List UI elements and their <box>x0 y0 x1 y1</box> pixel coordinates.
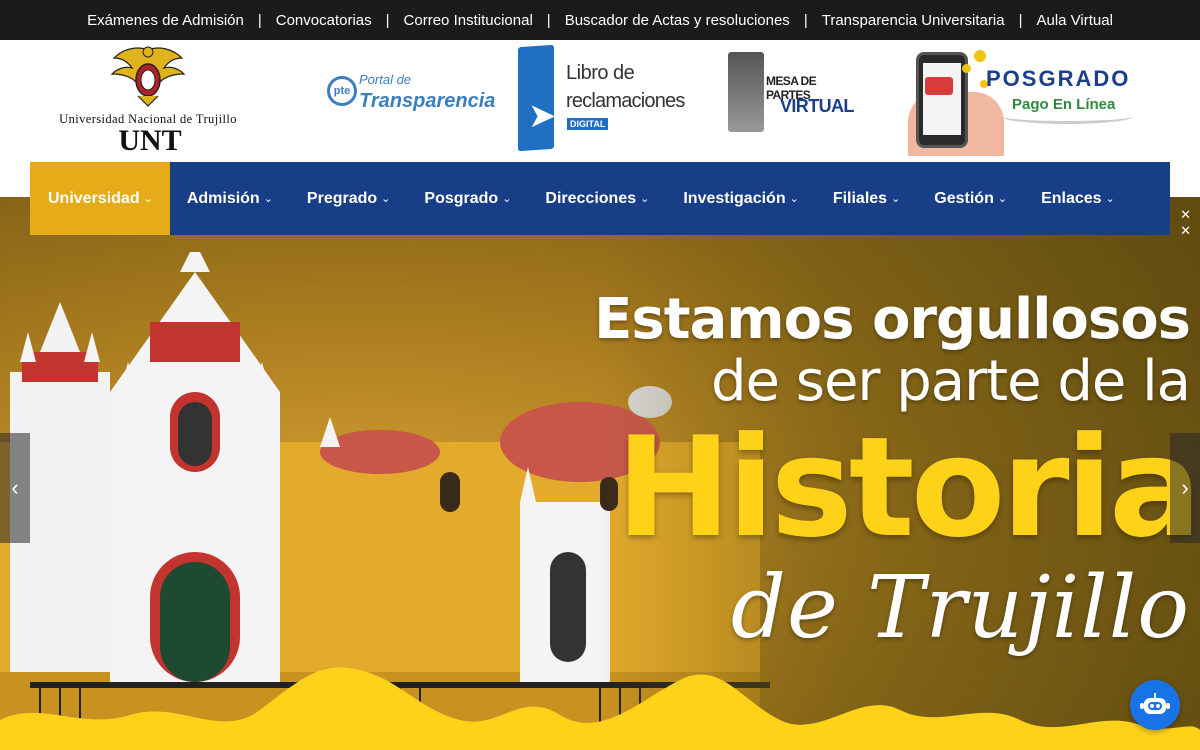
topbar-link-examenes[interactable]: Exámenes de Admisión <box>87 12 244 29</box>
topbar-separator: | <box>1018 11 1023 29</box>
chevron-down-icon: ⌄ <box>263 193 273 205</box>
nav-item-gestion[interactable]: Gestión ⌄ <box>917 162 1024 235</box>
libro-line1: Libro de <box>566 62 635 84</box>
chevron-down-icon: ⌄ <box>381 193 391 205</box>
nav-label: Direcciones <box>545 189 637 207</box>
portal-transparencia-banner[interactable]: pte Portal de Transparencia <box>325 68 495 123</box>
topbar-separator: | <box>803 11 808 29</box>
hero-line1: Estamos orgullosos <box>594 287 1191 352</box>
hero-slider: ✕ ✕✦ ✦ ✦ ✕ ✕ Estamos orgullosos de ser p… <box>0 197 1200 750</box>
chevron-down-icon: ⌄ <box>1105 193 1115 205</box>
cursor-arrow-icon: ➤ <box>528 97 557 135</box>
nav-item-universidad[interactable]: Universidad ⌄ <box>30 162 170 235</box>
nav-label: Universidad <box>48 189 140 207</box>
topbar-separator: | <box>546 11 551 29</box>
nav-item-admision[interactable]: Admisión ⌄ <box>170 162 290 235</box>
robot-chat-icon <box>1140 693 1170 714</box>
nav-item-direcciones[interactable]: Direcciones ⌄ <box>528 162 666 235</box>
hero-headline: Estamos orgullosos de ser parte de la Hi… <box>594 287 1200 658</box>
top-utility-bar: Exámenes de Admisión | Convocatorias | C… <box>0 0 1200 40</box>
topbar-separator: | <box>257 11 262 29</box>
university-acronym: UNT <box>118 124 182 157</box>
nav-label: Gestión <box>934 189 994 207</box>
main-nav: Universidad ⌄ Admisión ⌄ Pregrado ⌄ Posgrad… <box>30 162 1170 235</box>
mesa-partes-banner[interactable]: MESA DE PARTES VIRTUAL <box>726 52 854 137</box>
chevron-right-icon: › <box>1181 475 1189 500</box>
transparencia-line2: Transparencia <box>359 90 496 112</box>
hero-line2: de ser parte de la <box>710 349 1191 414</box>
hero-line3: Historia <box>615 407 1200 568</box>
topbar-link-correo[interactable]: Correo Institucional <box>404 12 533 29</box>
libro-reclamaciones-banner[interactable]: ➤ Libro de reclamaciones DIGITAL <box>518 44 685 152</box>
transparencia-line1: Portal de <box>359 72 412 87</box>
posgrado-pago-banner[interactable]: POSGRADO Pago En Línea <box>908 44 1140 156</box>
nav-label: Filiales <box>832 189 888 207</box>
nav-item-filiales[interactable]: Filiales ⌄ <box>816 162 917 235</box>
chevron-left-icon: ‹ <box>11 475 19 500</box>
laptop-icon <box>728 52 764 132</box>
hero-line4: de Trujillo <box>730 558 1190 658</box>
unt-crest-icon <box>110 46 186 107</box>
unt-logo[interactable]: Universidad Nacional de Trujillo UNT <box>30 44 265 157</box>
topbar-link-convocatorias[interactable]: Convocatorias <box>276 12 372 29</box>
nav-item-pregrado[interactable]: Pregrado ⌄ <box>290 162 407 235</box>
chevron-down-icon: ⌄ <box>143 193 153 205</box>
topbar-link-transparencia[interactable]: Transparencia Universitaria <box>822 12 1005 29</box>
topbar-separator: | <box>385 11 390 29</box>
nav-item-enlaces[interactable]: Enlaces ⌄ <box>1024 162 1132 235</box>
chatbot-button[interactable] <box>1130 680 1180 730</box>
pte-badge: pte <box>327 76 357 106</box>
chevron-down-icon: ⌄ <box>891 193 901 205</box>
nav-label: Investigación <box>683 189 786 207</box>
nav-label: Posgrado <box>424 189 499 207</box>
nav-label: Enlaces <box>1041 189 1102 207</box>
chevron-down-icon: ⌄ <box>997 193 1008 205</box>
chevron-down-icon: ⌄ <box>789 193 799 205</box>
nav-item-investigacion[interactable]: Investigación ⌄ <box>666 162 815 235</box>
posgrado-line1: POSGRADO <box>986 66 1131 91</box>
libro-line2: reclamaciones <box>566 90 685 112</box>
nav-label: Pregrado <box>306 189 378 207</box>
topbar-link-aula-virtual[interactable]: Aula Virtual <box>1036 12 1112 29</box>
coin-icon <box>974 50 986 62</box>
chevron-down-icon: ⌄ <box>502 193 512 205</box>
coin-icon <box>962 64 971 73</box>
mesa-line2: VIRTUAL <box>780 96 854 116</box>
phone-icon <box>916 52 968 148</box>
nav-label: Admisión <box>186 189 260 207</box>
topbar-link-buscador-actas[interactable]: Buscador de Actas y resoluciones <box>565 12 790 29</box>
yellow-wave-decoration <box>0 667 1200 750</box>
credit-card-icon <box>925 77 953 95</box>
swoosh-decoration <box>1000 108 1134 124</box>
slider-next-button[interactable]: › <box>1170 433 1200 543</box>
chevron-down-icon: ⌄ <box>640 193 650 205</box>
libro-digital-tag: DIGITAL <box>567 118 609 130</box>
slider-prev-button[interactable]: ‹ <box>0 433 30 543</box>
nav-item-posgrado[interactable]: Posgrado ⌄ <box>407 162 528 235</box>
